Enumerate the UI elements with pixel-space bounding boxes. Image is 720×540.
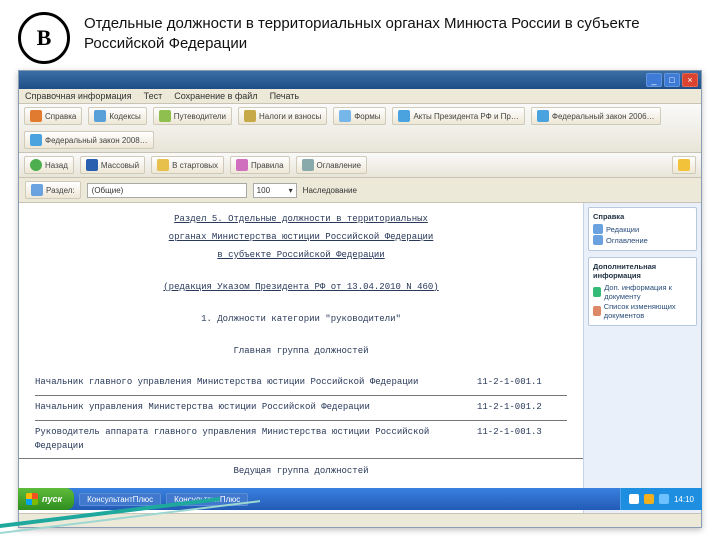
word-icon <box>86 159 98 171</box>
back-button[interactable]: Назад <box>24 156 74 174</box>
doc-row: Руководитель аппарата главного управлени… <box>35 426 567 454</box>
arrow-left-icon <box>30 159 42 171</box>
tool-button[interactable]: Оглавление <box>296 156 368 174</box>
home-button[interactable]: Раздел: <box>25 181 81 199</box>
logo: В <box>18 12 70 64</box>
side-box-title: Дополнительная информация <box>593 262 692 280</box>
slide-title: Отдельные должности в территориальных ор… <box>84 12 702 55</box>
document-pane[interactable]: Раздел 5. Отдельные должности в территор… <box>19 203 583 513</box>
side-panel: Справка Редакции Оглавление Дополнительн… <box>583 203 701 513</box>
side-link[interactable]: Список изменяющих документов <box>593 302 692 320</box>
statusbar <box>19 513 701 527</box>
doc-group: Ведущая группа должностей <box>35 465 567 479</box>
rules-icon <box>236 159 248 171</box>
chevron-down-icon: ▾ <box>289 186 293 195</box>
section-divider <box>19 458 583 459</box>
doc-heading: в субъекте Российской Федерации <box>35 249 567 263</box>
book-icon <box>30 110 42 122</box>
toc-icon <box>302 159 314 171</box>
doc-subhead: 1. Должности категории "руководители" <box>35 313 567 327</box>
titlebar: _ □ × <box>19 71 701 89</box>
side-box-extra: Дополнительная информация Доп. информаци… <box>588 257 697 326</box>
row-divider <box>35 420 567 421</box>
tray-icon[interactable] <box>629 494 639 504</box>
toolbar-secondary: Назад Массовый В стартовых Правила Оглав… <box>19 153 701 178</box>
slide-header: В Отдельные должности в территориальных … <box>0 0 720 70</box>
side-link[interactable]: Редакции <box>593 224 692 234</box>
address-row: Раздел: (Общие) 100▾ Наследование <box>19 178 701 203</box>
tool-tab[interactable]: Федеральный закон 2006… <box>531 107 661 125</box>
doc-group: Главная группа должностей <box>35 345 567 359</box>
list-icon <box>593 235 603 245</box>
menu-item[interactable]: Сохранение в файл <box>174 91 257 101</box>
forms-icon <box>244 110 256 122</box>
toolbar-main: Справка Кодексы Путеводители Налоги и вз… <box>19 104 701 153</box>
tool-button[interactable]: Массовый <box>80 156 145 174</box>
tool-button[interactable]: Справка <box>24 107 82 125</box>
minimize-button[interactable]: _ <box>646 73 662 87</box>
side-link[interactable]: Доп. информация к документу <box>593 283 692 301</box>
guide-icon <box>159 110 171 122</box>
menu-item[interactable]: Печать <box>270 91 299 101</box>
side-box-info: Справка Редакции Оглавление <box>588 207 697 251</box>
tool-button[interactable]: Кодексы <box>88 107 146 125</box>
zoom-input[interactable]: 100▾ <box>253 183 297 198</box>
section-input[interactable]: (Общие) <box>87 183 247 198</box>
home-icon <box>31 184 43 196</box>
system-tray: 14:10 <box>620 488 702 510</box>
menu-item[interactable]: Тест <box>144 91 163 101</box>
app-window: _ □ × Справочная информация Тест Сохране… <box>18 70 702 528</box>
work-area: Раздел 5. Отдельные должности в территор… <box>19 203 701 513</box>
doc-icon <box>537 110 549 122</box>
side-link[interactable]: Оглавление <box>593 235 692 245</box>
list-icon <box>593 306 601 316</box>
row-divider <box>35 395 567 396</box>
codex-icon <box>94 110 106 122</box>
tool-tab[interactable]: Акты Президента РФ и Пр… <box>392 107 524 125</box>
menubar: Справочная информация Тест Сохранение в … <box>19 89 701 104</box>
tool-tab[interactable]: Федеральный закон 2008… <box>24 131 154 149</box>
tool-button[interactable]: Правила <box>230 156 289 174</box>
star-icon <box>157 159 169 171</box>
menu-item[interactable]: Справочная информация <box>25 91 132 101</box>
doc-icon <box>593 224 603 234</box>
start-button[interactable]: пуск <box>18 488 74 510</box>
chevron-down-icon <box>678 159 690 171</box>
doc-heading: Раздел 5. Отдельные должности в территор… <box>35 213 567 227</box>
taskbar: пуск КонсультантПлюс КонсультантПлюс 14:… <box>18 488 702 510</box>
tray-icon[interactable] <box>644 494 654 504</box>
doc-note: (редакция Указом Президента РФ от 13.04.… <box>35 281 567 295</box>
find-label: Наследование <box>303 186 357 195</box>
doc-icon <box>398 110 410 122</box>
tool-button[interactable]: Налоги и взносы <box>238 107 327 125</box>
info-icon <box>593 287 601 297</box>
tool-button[interactable]: Путеводители <box>153 107 232 125</box>
taskbar-item[interactable]: КонсультантПлюс <box>79 493 161 506</box>
forms-icon <box>339 110 351 122</box>
tray-icon[interactable] <box>659 494 669 504</box>
doc-heading: органах Министерства юстиции Российской … <box>35 231 567 245</box>
tool-button[interactable]: В стартовых <box>151 156 224 174</box>
tool-button[interactable]: Формы <box>333 107 386 125</box>
maximize-button[interactable]: □ <box>664 73 680 87</box>
windows-icon <box>26 493 38 505</box>
tool-button[interactable] <box>672 156 696 174</box>
doc-icon <box>30 134 42 146</box>
clock[interactable]: 14:10 <box>674 495 694 504</box>
doc-row: Начальник управления Министерства юстици… <box>35 401 567 415</box>
logo-letter: В <box>37 25 52 51</box>
side-box-title: Справка <box>593 212 692 221</box>
doc-row: Начальник главного управления Министерст… <box>35 376 567 390</box>
close-button[interactable]: × <box>682 73 698 87</box>
